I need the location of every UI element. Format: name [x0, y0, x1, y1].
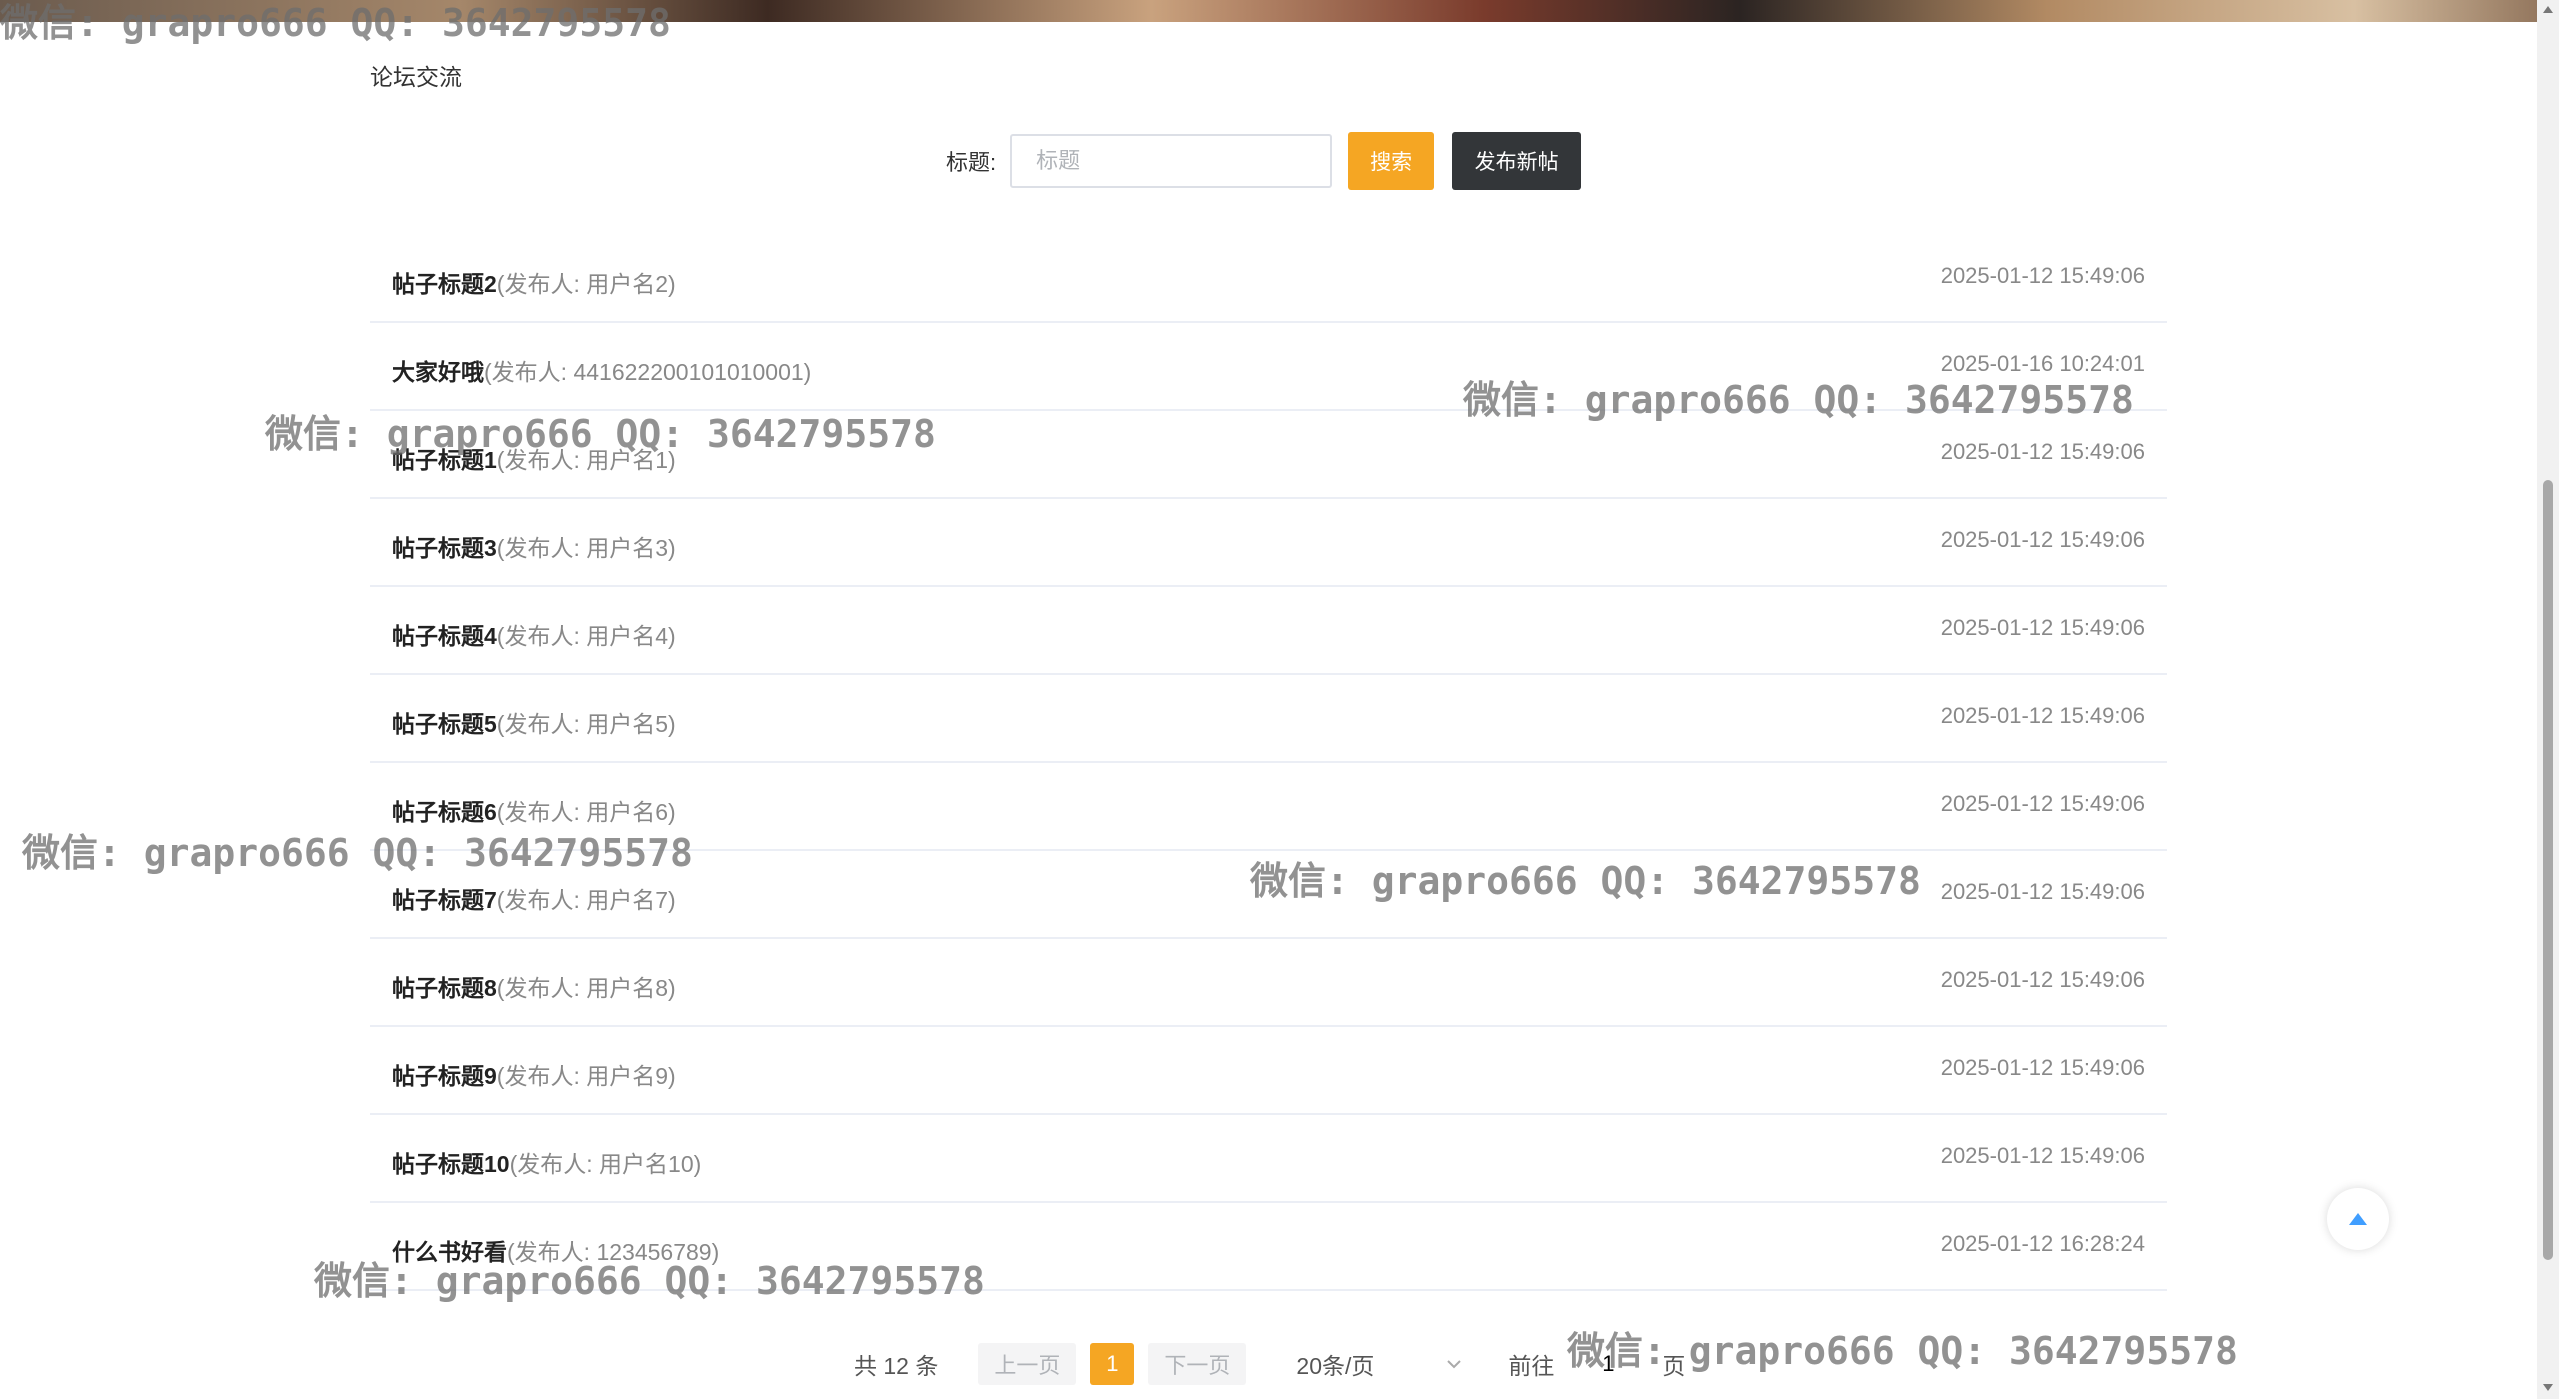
- post-date: 2025-01-16 10:24:01: [1940, 351, 2145, 376]
- post-date: 2025-01-12 15:49:06: [1940, 527, 2145, 552]
- post-author: (发布人: 用户名3): [496, 535, 676, 561]
- post-title-text[interactable]: 什么书好看: [392, 1239, 507, 1265]
- search-label: 标题:: [946, 150, 997, 175]
- post-title-text[interactable]: 帖子标题10: [392, 1151, 510, 1177]
- post-date: 2025-01-12 15:49:06: [1940, 1055, 2145, 1080]
- post-date: 2025-01-12 15:49:06: [1940, 439, 2145, 464]
- page-scrollbar[interactable]: [2537, 0, 2559, 1399]
- post-list: 帖子标题2(发布人: 用户名2) 2025-01-12 15:49:06 大家好哦(…: [370, 235, 2167, 1291]
- scroll-down-icon[interactable]: [2543, 1384, 2553, 1391]
- post-title[interactable]: 帖子标题1(发布人: 用户名1): [392, 441, 676, 475]
- post-row[interactable]: 大家好哦(发布人: 441622200101010001) 2025-01-16 …: [370, 323, 2167, 411]
- goto-label: 前往: [1508, 1353, 1555, 1379]
- search-bar: 标题: 搜索 发布新帖: [946, 132, 1582, 190]
- post-title[interactable]: 帖子标题3(发布人: 用户名3): [392, 529, 676, 563]
- post-title[interactable]: 帖子标题5(发布人: 用户名5): [392, 705, 676, 739]
- post-row[interactable]: 帖子标题9(发布人: 用户名9) 2025-01-12 15:49:06: [370, 1027, 2167, 1115]
- post-author: (发布人: 用户名8): [496, 975, 676, 1001]
- page-number-current[interactable]: 1: [1090, 1343, 1135, 1385]
- scrollbar-thumb[interactable]: [2543, 480, 2553, 1260]
- page-size-value: 20条/页: [1296, 1353, 1375, 1379]
- post-title-text[interactable]: 帖子标题2: [392, 271, 497, 297]
- post-title-text[interactable]: 帖子标题9: [392, 1063, 497, 1089]
- post-date: 2025-01-12 15:49:06: [1940, 967, 2145, 992]
- post-author: (发布人: 用户名5): [496, 711, 676, 737]
- post-row[interactable]: 帖子标题3(发布人: 用户名3) 2025-01-12 15:49:06: [370, 499, 2167, 587]
- post-date: 2025-01-12 16:28:24: [1940, 1231, 2145, 1256]
- post-title[interactable]: 什么书好看(发布人: 123456789): [392, 1233, 719, 1267]
- post-title[interactable]: 帖子标题8(发布人: 用户名8): [392, 969, 676, 1003]
- post-author: (发布人: 用户名10): [509, 1151, 702, 1177]
- post-author: (发布人: 用户名2): [496, 271, 676, 297]
- post-date: 2025-01-12 15:49:06: [1940, 879, 2145, 904]
- new-post-button[interactable]: 发布新帖: [1452, 132, 1582, 190]
- title-search-input[interactable]: [1010, 134, 1333, 188]
- post-date: 2025-01-12 15:49:06: [1940, 791, 2145, 816]
- post-date: 2025-01-12 15:49:06: [1940, 615, 2145, 640]
- post-date: 2025-01-12 15:49:06: [1940, 263, 2145, 288]
- header-banner-image: [0, 0, 2559, 22]
- post-row[interactable]: 帖子标题1(发布人: 用户名1) 2025-01-12 15:49:06: [370, 411, 2167, 499]
- post-author: (发布人: 441622200101010001): [484, 359, 812, 385]
- total-count: 共 12 条: [854, 1353, 939, 1379]
- post-row[interactable]: 帖子标题5(发布人: 用户名5) 2025-01-12 15:49:06: [370, 675, 2167, 763]
- post-author: (发布人: 用户名4): [496, 623, 676, 649]
- post-row[interactable]: 帖子标题8(发布人: 用户名8) 2025-01-12 15:49:06: [370, 939, 2167, 1027]
- post-date: 2025-01-12 15:49:06: [1940, 1143, 2145, 1168]
- post-author: (发布人: 用户名1): [496, 447, 676, 473]
- goto-suffix: 页: [1662, 1353, 1686, 1379]
- breadcrumb: 论坛交流: [370, 64, 462, 90]
- post-row[interactable]: 帖子标题4(发布人: 用户名4) 2025-01-12 15:49:06: [370, 587, 2167, 675]
- post-title-text[interactable]: 帖子标题8: [392, 975, 497, 1001]
- chevron-down-icon: [1447, 1360, 1462, 1369]
- post-title-text[interactable]: 帖子标题1: [392, 447, 497, 473]
- scroll-up-icon[interactable]: [2543, 6, 2553, 13]
- next-page-button[interactable]: 下一页: [1148, 1343, 1247, 1385]
- post-row[interactable]: 帖子标题6(发布人: 用户名6) 2025-01-12 15:49:06: [370, 763, 2167, 851]
- post-title-text[interactable]: 帖子标题7: [392, 887, 497, 913]
- post-title-text[interactable]: 帖子标题3: [392, 535, 497, 561]
- search-button[interactable]: 搜索: [1348, 132, 1435, 190]
- post-author: (发布人: 用户名9): [496, 1063, 676, 1089]
- goto-page-input[interactable]: [1566, 1342, 1651, 1386]
- post-title[interactable]: 大家好哦(发布人: 441622200101010001): [392, 353, 811, 387]
- post-title-text[interactable]: 帖子标题4: [392, 623, 497, 649]
- post-row[interactable]: 帖子标题2(发布人: 用户名2) 2025-01-12 15:49:06: [370, 235, 2167, 323]
- page-size-select[interactable]: 20条/页: [1296, 1347, 1462, 1381]
- post-author: (发布人: 123456789): [507, 1239, 720, 1265]
- arrow-up-icon: [2349, 1213, 2367, 1225]
- post-title-text[interactable]: 帖子标题6: [392, 799, 497, 825]
- post-title[interactable]: 帖子标题10(发布人: 用户名10): [392, 1145, 701, 1179]
- post-title-text[interactable]: 帖子标题5: [392, 711, 497, 737]
- post-row[interactable]: 什么书好看(发布人: 123456789) 2025-01-12 16:28:24: [370, 1203, 2167, 1291]
- back-to-top-button[interactable]: [2327, 1188, 2389, 1250]
- post-date: 2025-01-12 15:49:06: [1940, 703, 2145, 728]
- post-author: (发布人: 用户名6): [496, 799, 676, 825]
- post-title[interactable]: 帖子标题4(发布人: 用户名4): [392, 617, 676, 651]
- prev-page-button[interactable]: 上一页: [978, 1343, 1077, 1385]
- post-title[interactable]: 帖子标题7(发布人: 用户名7): [392, 881, 676, 915]
- pagination: 共 12 条 上一页 1 下一页 20条/页 前往 页: [854, 1342, 1685, 1386]
- post-title[interactable]: 帖子标题9(发布人: 用户名9): [392, 1057, 676, 1091]
- post-title[interactable]: 帖子标题2(发布人: 用户名2): [392, 265, 676, 299]
- post-author: (发布人: 用户名7): [496, 887, 676, 913]
- post-title-text[interactable]: 大家好哦: [392, 359, 484, 385]
- post-row[interactable]: 帖子标题7(发布人: 用户名7) 2025-01-12 15:49:06: [370, 851, 2167, 939]
- post-title[interactable]: 帖子标题6(发布人: 用户名6): [392, 793, 676, 827]
- post-row[interactable]: 帖子标题10(发布人: 用户名10) 2025-01-12 15:49:06: [370, 1115, 2167, 1203]
